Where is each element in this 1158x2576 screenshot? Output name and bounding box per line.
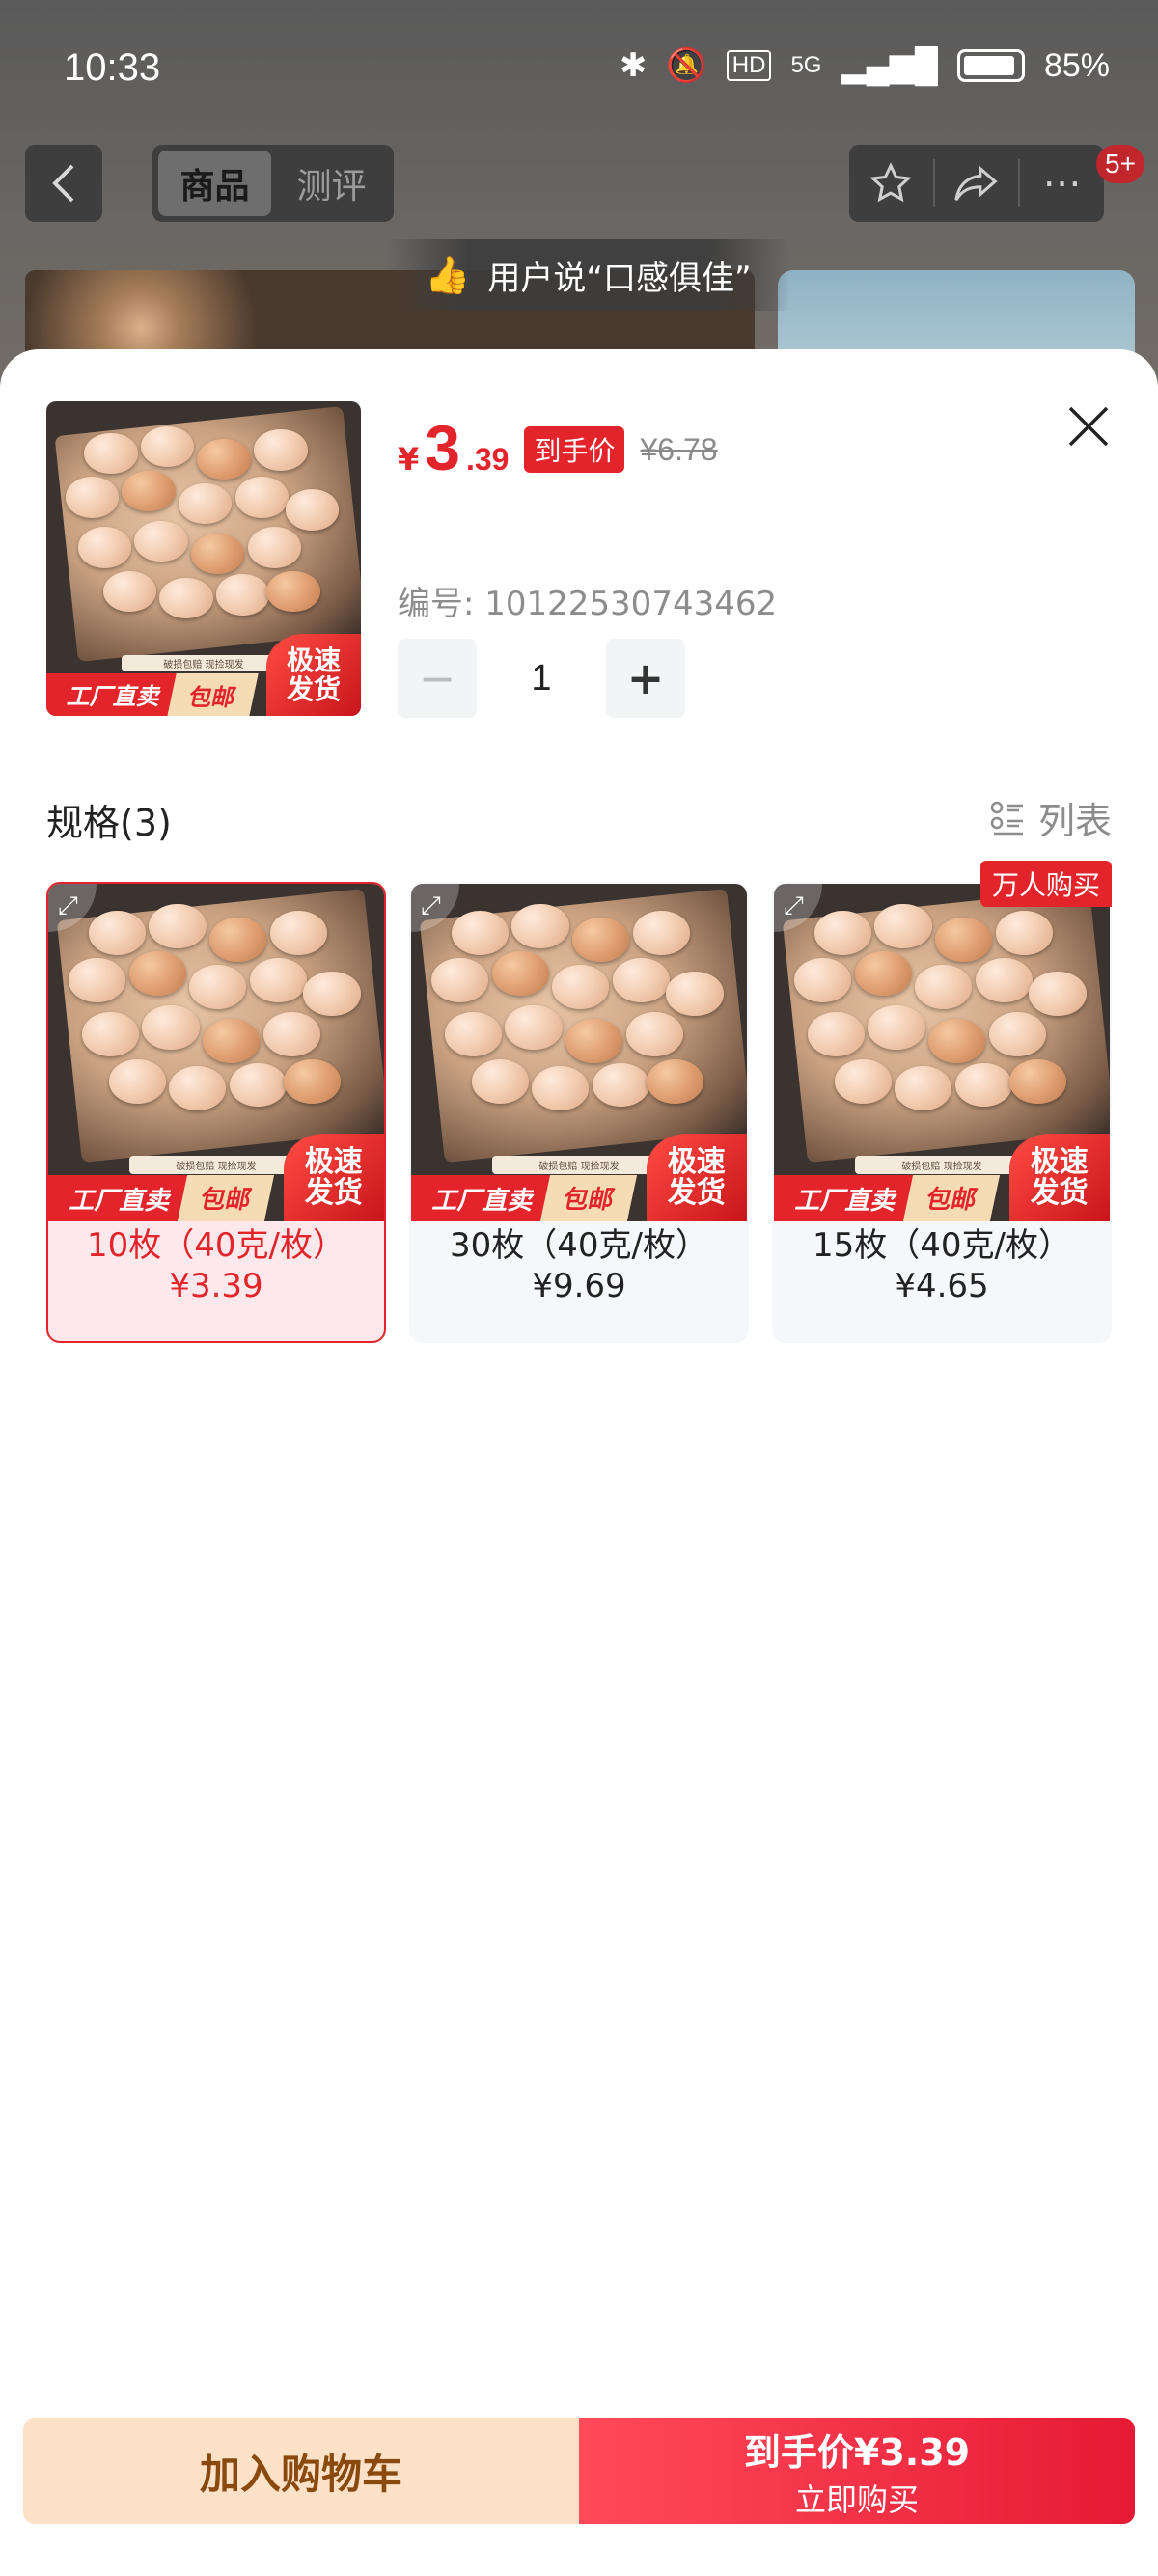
sku-code: 编号: 10122530743462 [398, 585, 778, 623]
list-view-label: 列表 [1037, 800, 1112, 842]
decrease-button[interactable]: − [398, 639, 477, 718]
increase-button[interactable]: + [606, 639, 685, 718]
status-time: 10:33 [64, 46, 161, 89]
spec-option-image: 破损包赔 现捡现发 工厂直卖 包邮 极速 发货 ⤢ [774, 884, 1110, 1221]
mute-icon: 🔕 [666, 47, 707, 84]
spec-option-text: 10枚（40克/枚） ¥3.39 [48, 1225, 384, 1306]
product-thumbnail[interactable]: 破损包赔 现捡现发 工厂直卖 包邮 极速 发货 [46, 401, 361, 716]
spec-option-label: 15枚（40克/枚） [813, 1226, 1071, 1265]
list-view-toggle[interactable]: 列表 [988, 791, 1112, 844]
status-bar: 10:33 ✱ 🔕 HD 5G ▂▄▆█ 85% [0, 0, 1158, 135]
price-row: ¥ 3 .39 到手价 ¥6.78 [398, 411, 718, 484]
buy-now-button[interactable]: 到手价¥3.39 立即购买 [579, 2418, 1135, 2524]
top-actions: ⋯ [849, 145, 1104, 222]
share-icon [954, 165, 998, 202]
background-page: 10:33 ✱ 🔕 HD 5G ▂▄▆█ 85% 商品 测评 ⋯ 5+ 👍 用户… [0, 0, 1158, 386]
spec-option-price: ¥9.69 [532, 1267, 626, 1305]
more-icon: ⋯ [1042, 161, 1082, 206]
review-tip-banner: 👍 用户说“口感俱佳” [386, 239, 790, 311]
sku-selection-sheet: 破损包赔 现捡现发 工厂直卖 包邮 极速 发货 ¥ 3 .39 到手价 ¥6.7… [0, 349, 1158, 2576]
hd-icon: HD [726, 50, 772, 81]
close-button[interactable] [1062, 399, 1116, 453]
spec-option-price: ¥4.65 [895, 1267, 989, 1305]
tab-product[interactable]: 商品 [158, 151, 271, 216]
quantity-stepper: − 1 + [398, 639, 685, 718]
battery-level: 85% [1043, 46, 1110, 84]
price-decimal: .39 [465, 442, 510, 477]
quantity-value[interactable]: 1 [477, 658, 606, 699]
message-badge: 5+ [1096, 145, 1144, 183]
spec-option-30[interactable]: 破损包赔 现捡现发 工厂直卖 包邮 极速 发货 ⤢ 30枚（40克/枚） ¥9.… [409, 882, 749, 1343]
status-icons: ✱ 🔕 HD 5G ▂▄▆█ 85% [620, 46, 1110, 85]
price-currency: ¥ [398, 441, 420, 478]
spec-option-text: 30枚（40克/枚） ¥9.69 [411, 1225, 747, 1306]
buy-now-price: 到手价¥3.39 [743, 2430, 971, 2474]
more-button[interactable]: ⋯ [1020, 145, 1104, 222]
signal-icon: 5G [790, 52, 822, 78]
spec-option-label: 10枚（40克/枚） [87, 1226, 345, 1265]
list-icon [990, 801, 1023, 835]
spec-option-image: 破损包赔 现捡现发 工厂直卖 包邮 极速 发货 ⤢ [411, 884, 747, 1221]
back-button[interactable] [25, 145, 102, 222]
minus-icon: − [418, 652, 456, 704]
bluetooth-icon: ✱ [619, 47, 648, 84]
spec-option-price: ¥3.39 [169, 1267, 263, 1305]
spec-option-image: 破损包赔 现捡现发 工厂直卖 包邮 极速 发货 ⤢ [48, 884, 384, 1221]
spec-option-label: 30枚（40克/枚） [450, 1226, 708, 1265]
tab-review[interactable]: 测评 [275, 151, 388, 216]
buy-now-label: 立即购买 [794, 2480, 919, 2518]
spec-option-10[interactable]: 破损包赔 现捡现发 工厂直卖 包邮 极速 发货 ⤢ 10枚（40克/枚） ¥3.… [46, 882, 386, 1343]
bottom-action-bar: 加入购物车 到手价¥3.39 立即购买 [23, 2418, 1135, 2524]
review-tip-text: 用户说“口感俱佳” [487, 259, 752, 298]
favorite-button[interactable] [849, 145, 933, 222]
share-button[interactable] [935, 145, 1019, 222]
spec-section-title: 规格(3) [46, 802, 172, 844]
chevron-left-icon [52, 164, 74, 203]
original-price: ¥6.78 [640, 432, 718, 467]
battery-icon [956, 49, 1025, 82]
price-integer: 3 [425, 412, 460, 483]
egg-product-image: 破损包赔 现捡现发 工厂直卖 包邮 极速 发货 [46, 401, 361, 716]
star-icon [869, 162, 913, 203]
thumbs-up-icon: 👍 [425, 253, 471, 296]
plus-icon: + [626, 652, 665, 704]
spec-option-text: 15枚（40克/枚） ¥4.65 [774, 1225, 1110, 1306]
close-icon [1068, 406, 1109, 447]
add-to-cart-button[interactable]: 加入购物车 [23, 2418, 579, 2524]
signal-bars-icon: ▂▄▆█ [841, 47, 938, 84]
final-price-badge: 到手价 [524, 426, 625, 473]
popular-tag: 万人购买 [979, 861, 1112, 907]
spec-option-15[interactable]: 万人购买 破损包赔 现捡现发 工厂直卖 包邮 极速 发货 ⤢ 15枚（40克/枚… [772, 861, 1112, 1343]
tab-switcher: 商品 测评 [152, 145, 394, 222]
